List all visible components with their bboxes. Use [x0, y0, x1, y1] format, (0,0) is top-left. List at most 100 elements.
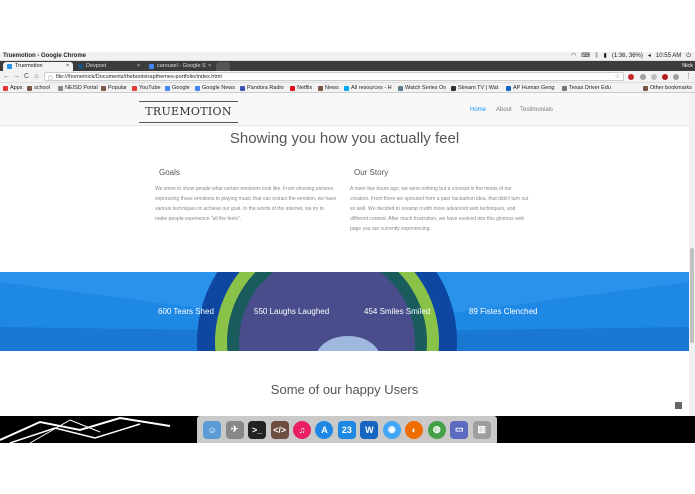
menu-icon[interactable]: ⋮	[684, 72, 693, 81]
apps-icon	[3, 85, 8, 91]
bookmark-watch-series[interactable]: Watch Series On	[398, 83, 446, 92]
folder-icon	[101, 85, 106, 91]
site-brand[interactable]: TRUEMOTION	[139, 101, 238, 123]
word-icon[interactable]: W	[360, 420, 379, 439]
network-icon[interactable]: ◉	[382, 420, 401, 439]
extension-icon[interactable]	[651, 74, 657, 80]
feedback-widget-icon[interactable]	[675, 402, 682, 409]
address-bar[interactable]: ▢ file:///home/nick/Documents/thebootstr…	[44, 72, 624, 81]
home-button[interactable]: ⌂	[32, 72, 41, 81]
hero-title: Showing you how you actually feel	[229, 130, 460, 147]
close-icon[interactable]: ×	[208, 62, 211, 71]
battery-icon[interactable]: ▮	[604, 52, 607, 61]
tab-label: carousel - Google S	[157, 63, 206, 69]
bookmark-google-news[interactable]: Google News	[195, 83, 236, 92]
desktop-top	[0, 0, 695, 52]
extension-icon[interactable]	[673, 74, 679, 80]
tab-devpost[interactable]: Devpost ×	[74, 62, 144, 71]
stats-banner: 600 Tears Shed 550 Laughs Laughed 454 Sm…	[0, 272, 689, 351]
stat-fists: 89 Fistes Clenched	[469, 307, 538, 316]
bookmarks-bar: Apps school NEISD Portal Popular YouTube…	[0, 83, 695, 93]
volume-icon[interactable]: ◂	[648, 52, 651, 61]
story-title: Our Story	[354, 168, 389, 177]
wifi-icon[interactable]: ◠	[571, 52, 576, 61]
site-navbar: TRUEMOTION Home About Testimonials	[0, 93, 689, 126]
browser-toolbar: ← → C ⌂ ▢ file:///home/nick/Documents/th…	[0, 71, 695, 83]
bookmark-label: NEISD Portal	[65, 85, 98, 91]
clock[interactable]: 10:55 AM	[656, 52, 681, 61]
new-tab-button[interactable]	[216, 62, 230, 71]
bookmark-label: school	[34, 85, 50, 91]
scroll-thumb[interactable]	[690, 248, 694, 343]
extension-icon[interactable]	[662, 74, 668, 80]
bookmark-neisd[interactable]: NEISD Portal	[58, 83, 98, 92]
goals-title: Goals	[159, 168, 180, 177]
stat-tears: 600 Tears Shed	[158, 307, 214, 316]
banner-illustration	[0, 272, 689, 351]
nav-testimonials[interactable]: Testimonials	[520, 107, 553, 113]
devpost-favicon-icon	[78, 64, 83, 69]
bookmark-label: YouTube	[139, 85, 161, 91]
extension-icon[interactable]	[640, 74, 646, 80]
bookmark-news[interactable]: News	[318, 83, 339, 92]
tab-carousel[interactable]: carousel - Google S ×	[145, 62, 215, 71]
bluetooth-icon[interactable]: ᛒ	[595, 52, 599, 61]
folder-icon	[642, 85, 648, 91]
close-icon[interactable]: ×	[137, 62, 140, 71]
power-icon[interactable]: ⏻	[686, 52, 691, 61]
app-store-icon[interactable]: A	[315, 420, 334, 439]
keyboard-icon[interactable]: ⌨	[581, 52, 590, 61]
bookmark-pandora[interactable]: Pandora Radio	[240, 83, 284, 92]
bookmark-popular[interactable]: Popular	[101, 83, 127, 92]
tab-label: Truemotion	[15, 63, 43, 69]
branch	[29, 419, 101, 443]
battery-status: (1:36, 36%)	[611, 53, 643, 59]
calendar-icon[interactable]: 23	[337, 420, 356, 439]
firefox-icon[interactable]: ◐	[405, 420, 424, 439]
quizlet-icon	[506, 85, 511, 91]
bookmark-netflix[interactable]: Netflix	[290, 83, 312, 92]
launchpad-icon[interactable]: ✈	[225, 420, 244, 439]
nav-home[interactable]: Home	[470, 107, 486, 113]
bookmark-stream-tv[interactable]: Stream TV | Wat	[451, 83, 498, 92]
bookmark-google[interactable]: Google	[165, 83, 190, 92]
reload-button[interactable]: C	[22, 72, 31, 81]
bookmark-label: Other bookmarks	[649, 85, 692, 91]
code-editor-icon[interactable]: </>	[270, 420, 289, 439]
page-scrollbar[interactable]	[689, 93, 695, 416]
bookmark-youtube[interactable]: YouTube	[132, 83, 161, 92]
nav-about[interactable]: About	[496, 107, 512, 113]
tab-label: Devpost	[86, 63, 107, 69]
web-page: TRUEMOTION Home About Testimonials Showi…	[0, 93, 689, 416]
system-tray: ◠ ⌨ ᛒ ▮ (1:36, 36%) ◂ 10:55 AM ⏻	[571, 52, 691, 61]
trash-icon[interactable]: ▥	[472, 420, 491, 439]
bookmark-texas-driver[interactable]: Texas Driver Edu	[562, 83, 611, 92]
bookmark-all-resources[interactable]: All resources - H	[344, 83, 392, 92]
bookmark-label: Google	[172, 85, 190, 91]
stat-laughs: 550 Laughs Laughed	[254, 307, 330, 316]
bookmark-school[interactable]: school	[27, 83, 50, 92]
finder-icon[interactable]: ☺	[203, 420, 222, 439]
back-button[interactable]: ←	[2, 72, 11, 81]
forward-button[interactable]: →	[12, 72, 21, 81]
close-icon[interactable]: ×	[66, 62, 69, 71]
google-icon	[195, 85, 200, 91]
story-text: A mere few hours ago, we were nothing bu…	[350, 186, 529, 232]
bookmark-label: News	[325, 85, 339, 91]
music-icon[interactable]: ♫	[293, 420, 312, 439]
tab-truemotion[interactable]: Truemotion ×	[3, 62, 73, 71]
truemotion-favicon-icon	[7, 64, 12, 69]
os-title-bar: Truemotion - Google Chrome ◠ ⌨ ᛒ ▮ (1:36…	[0, 52, 695, 61]
bookmark-apps[interactable]: Apps	[3, 83, 23, 92]
bookmark-label: Google News	[202, 85, 236, 91]
extension-shield-icon[interactable]	[628, 74, 634, 80]
display-icon[interactable]: ▭	[450, 420, 469, 439]
bookmark-ap-human-geog[interactable]: AP Human Geog	[506, 83, 554, 92]
bookmark-star-icon[interactable]: ☆	[615, 73, 620, 81]
profile-name[interactable]: Nick	[682, 62, 693, 70]
terminal-icon[interactable]: >_	[248, 420, 267, 439]
goals-text: We strive to show people what certain em…	[155, 186, 337, 222]
branch	[0, 416, 171, 441]
other-bookmarks[interactable]: Other bookmarks	[642, 83, 692, 92]
chrome-icon[interactable]: ◍	[427, 420, 446, 439]
